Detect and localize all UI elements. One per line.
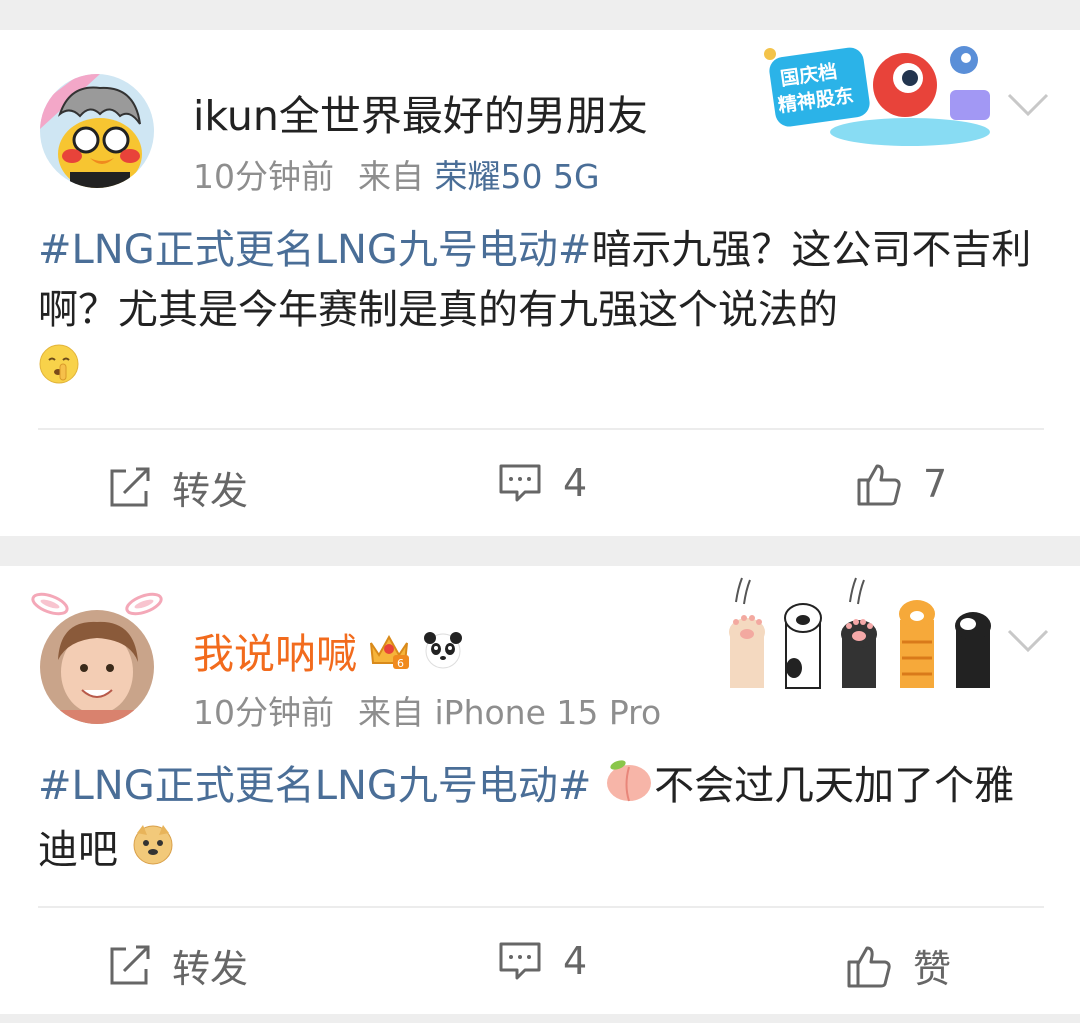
doge-emoji xyxy=(131,822,175,882)
vip-crown-icon: 6 xyxy=(370,634,409,670)
comment-icon xyxy=(499,942,541,980)
comment-button[interactable]: 4 xyxy=(497,460,587,506)
comment-count: 4 xyxy=(563,939,588,983)
like-button[interactable]: 赞 xyxy=(845,938,951,993)
comment-button[interactable]: 4 xyxy=(497,938,587,984)
peach-emoji xyxy=(604,757,654,820)
thumbs-up-icon xyxy=(857,464,901,506)
post-time: 10分钟前 xyxy=(193,157,334,196)
post-time: 10分钟前 xyxy=(193,693,334,732)
user-avatar[interactable] xyxy=(40,610,154,724)
comment-icon xyxy=(499,464,541,502)
cat-paws-decoration xyxy=(729,577,991,689)
source-device: iPhone 15 Pro xyxy=(434,693,662,732)
shush-face-emoji xyxy=(38,342,80,402)
user-avatar[interactable] xyxy=(40,74,154,188)
source-device[interactable]: 荣耀50 5G xyxy=(435,157,600,196)
comment-count: 4 xyxy=(563,461,588,505)
topic-link[interactable]: #LNG正式更名LNG九号电动# xyxy=(38,763,591,809)
divider xyxy=(38,906,1044,908)
post-meta: 10分钟前 来自 荣耀50 5G xyxy=(193,150,600,198)
post-text: #LNG正式更名LNG九号电动#暗示九强？这公司不吉利啊？尤其是今年赛制是真的有… xyxy=(38,220,1048,402)
source-prefix: 来自 xyxy=(358,693,424,732)
weibo-post-1: ikun全世界最好的男朋友 10分钟前 来自 荣耀50 5G 国庆档 精神股东 #… xyxy=(0,30,1080,536)
username-text[interactable]: ikun全世界最好的男朋友 xyxy=(193,82,648,142)
username[interactable]: 我说呐喊 6 xyxy=(193,620,465,680)
like-button[interactable]: 7 xyxy=(855,460,947,508)
repost-button[interactable]: 转发 xyxy=(106,460,248,515)
post-meta: 10分钟前 来自 iPhone 15 Pro xyxy=(193,686,661,734)
divider xyxy=(38,428,1044,430)
like-label: 赞 xyxy=(913,947,952,991)
panda-icon xyxy=(424,632,462,669)
card-decoration-badge: 国庆档 精神股东 xyxy=(760,40,1000,150)
chevron-down-icon[interactable] xyxy=(1006,92,1050,118)
source-prefix: 来自 xyxy=(358,157,424,196)
post-text: #LNG正式更名LNG九号电动# 不会过几天加了个雅迪吧 xyxy=(38,756,1048,882)
chevron-down-icon[interactable] xyxy=(1006,628,1050,654)
thumbs-up-icon xyxy=(847,946,891,987)
repost-label: 转发 xyxy=(172,469,249,513)
repost-icon xyxy=(110,945,150,984)
like-count: 7 xyxy=(923,462,948,506)
weibo-post-2: 我说呐喊 6 10分钟前 来自 iPhone 15 Pro #LNG正式更名LN… xyxy=(0,566,1080,1014)
topic-link[interactable]: #LNG正式更名LNG九号电动# xyxy=(38,227,591,273)
username-text[interactable]: 我说呐喊 xyxy=(193,620,357,680)
repost-label: 转发 xyxy=(172,947,249,991)
username[interactable]: ikun全世界最好的男朋友 xyxy=(193,82,648,142)
repost-icon xyxy=(110,467,150,506)
svg-text:6: 6 xyxy=(397,657,404,670)
repost-button[interactable]: 转发 xyxy=(106,938,248,993)
